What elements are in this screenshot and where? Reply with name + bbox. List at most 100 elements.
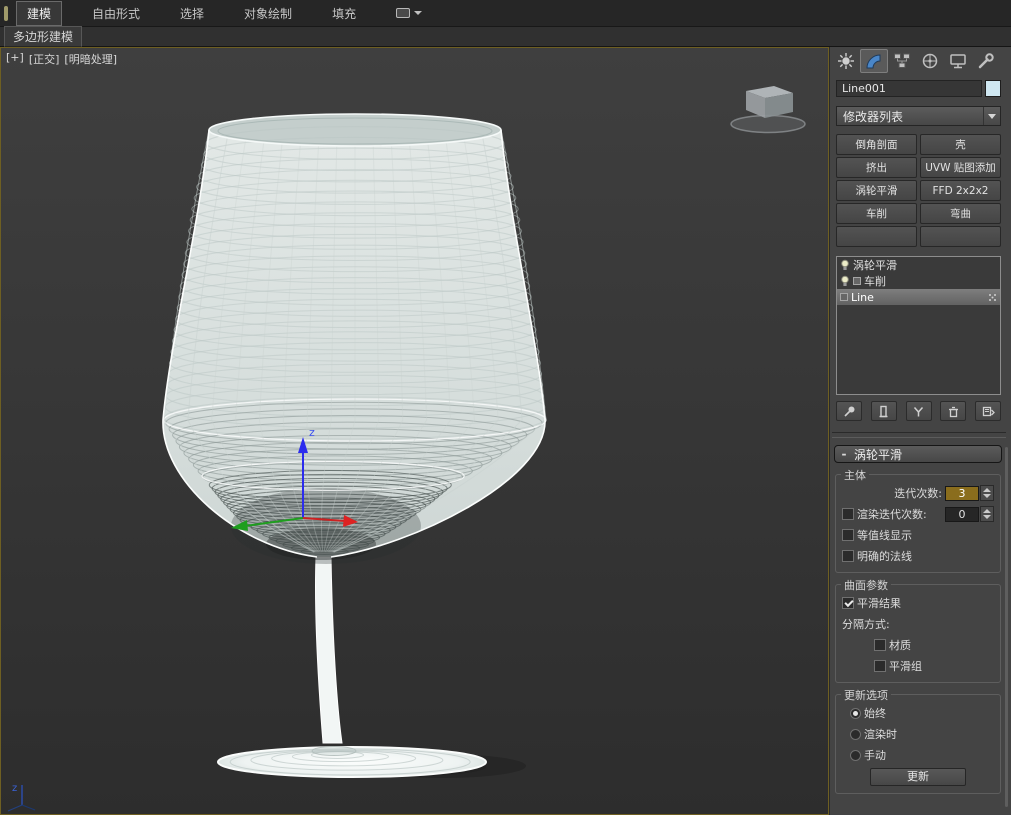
tab-display[interactable]: [944, 49, 972, 73]
isoline-checkbox[interactable]: [842, 529, 854, 541]
iterations-field[interactable]: 3: [945, 485, 979, 501]
always-radio[interactable]: [850, 707, 861, 719]
display-icon: [950, 54, 966, 69]
ribbon-tab-freeform[interactable]: 自由形式: [82, 2, 150, 25]
when-rendering-row: 渲染时: [850, 726, 994, 742]
stack-item-lathe[interactable]: 车削: [837, 273, 1000, 289]
object-name-field[interactable]: Line001: [836, 80, 982, 97]
modifier-stack[interactable]: 涡轮平滑 车削 Line: [836, 256, 1001, 395]
update-button[interactable]: 更新: [870, 768, 966, 786]
panel-divider: [832, 432, 1006, 438]
spinner-up-icon[interactable]: [983, 488, 991, 492]
ribbon-tab-modeling[interactable]: 建模: [16, 0, 63, 26]
configure-modifier-sets-button[interactable]: [975, 401, 1001, 421]
modifier-button-grid: 倒角剖面 壳 挤出 UVW 贴图添加 涡轮平滑 FFD 2x2x2 车削 弯曲: [836, 134, 1001, 247]
make-unique-icon: [913, 406, 924, 416]
panel-scrollbar[interactable]: [1005, 447, 1008, 807]
main-group: 主体 迭代次数: 3 渲染迭代次数: 0 等值线显示 明确的法线: [835, 467, 1001, 573]
smoothing-groups-label: 平滑组: [889, 660, 922, 673]
view-cube[interactable]: [730, 86, 806, 134]
render-iterations-checkbox[interactable]: [842, 508, 854, 520]
tab-hierarchy[interactable]: [888, 49, 916, 73]
turbosmooth-rollout: - 涡轮平滑 主体 迭代次数: 3 渲染迭代次数: 0 等值线显示 明确的法线 …: [832, 445, 1004, 794]
ribbon-media-button[interactable]: [396, 8, 423, 18]
chevron-down-icon: [988, 113, 996, 119]
manually-radio[interactable]: [850, 749, 861, 761]
modifier-button-bevel-profile[interactable]: 倒角剖面: [836, 134, 917, 155]
iterations-label: 迭代次数:: [894, 487, 942, 500]
wine-glass-model[interactable]: [162, 113, 547, 778]
modifier-button-empty-1[interactable]: [836, 226, 917, 247]
ribbon-tab-object-paint[interactable]: 对象绘制: [234, 2, 302, 25]
configure-icon: [982, 406, 995, 416]
render-iterations-field[interactable]: 0: [945, 506, 979, 522]
spinner-down-icon[interactable]: [983, 494, 991, 498]
spinner-up-icon[interactable]: [983, 509, 991, 513]
when-rendering-radio[interactable]: [850, 728, 861, 740]
stack-item-label: Line: [851, 290, 874, 304]
ribbon-tab-selection[interactable]: 选择: [170, 2, 214, 25]
render-iterations-spinner[interactable]: [980, 506, 994, 522]
modifier-button-bend[interactable]: 弯曲: [920, 203, 1001, 224]
when-rendering-label: 渲染时: [864, 728, 897, 741]
isoline-label: 等值线显示: [857, 529, 912, 542]
tab-utilities[interactable]: [972, 49, 1000, 73]
group-title-update: 更新选项: [841, 687, 891, 703]
smooth-result-checkbox[interactable]: [842, 597, 854, 609]
collapse-icon: -: [841, 447, 847, 461]
object-color-swatch[interactable]: [985, 80, 1001, 97]
explicit-normals-checkbox[interactable]: [842, 550, 854, 562]
modifier-button-uvw-map[interactable]: UVW 贴图添加: [920, 157, 1001, 178]
trash-icon: [948, 406, 958, 417]
world-z-label: z: [12, 783, 17, 794]
tab-create[interactable]: [832, 49, 860, 73]
manually-label: 手动: [864, 749, 886, 762]
viewport-menu-pov[interactable]: [正交]: [29, 51, 60, 67]
materials-checkbox[interactable]: [874, 639, 886, 651]
render-iterations-label: 渲染迭代次数:: [857, 508, 927, 521]
dropdown-arrow-button[interactable]: [983, 107, 1000, 125]
viewport[interactable]: [+] [正交] [明暗处理] z z: [0, 47, 829, 815]
stack-item-turbosmooth[interactable]: 涡轮平滑: [837, 257, 1000, 273]
stack-toolbar: [836, 400, 1001, 422]
modifier-button-shell[interactable]: 壳: [920, 134, 1001, 155]
modifier-button-extrude[interactable]: 挤出: [836, 157, 917, 178]
iterations-spinner[interactable]: [980, 485, 994, 501]
3dsmax-window: 建模 自由形式 选择 对象绘制 填充 多边形建模 [+] [正交] [明暗处理]: [0, 0, 1011, 815]
spinner-down-icon[interactable]: [983, 515, 991, 519]
make-unique-button[interactable]: [905, 401, 932, 421]
tab-motion[interactable]: [916, 49, 944, 73]
pin-stack-button[interactable]: [836, 401, 862, 421]
stack-item-label: 涡轮平滑: [853, 259, 897, 272]
viewport-menu-general[interactable]: [+]: [6, 51, 24, 67]
viewport-canvas: z z: [7, 86, 806, 812]
panel-tab-polygon-modeling[interactable]: 多边形建模: [4, 26, 83, 47]
explicit-normals-label: 明确的法线: [857, 550, 912, 563]
show-end-result-button[interactable]: [870, 401, 897, 421]
gizmo-z-label: z: [309, 426, 315, 439]
grip-dots-icon: [989, 293, 996, 301]
always-row: 始终: [850, 705, 994, 721]
modifier-list-label: 修改器列表: [843, 109, 904, 124]
remove-modifier-button[interactable]: [940, 401, 967, 421]
separate-by-label: 分隔方式:: [842, 618, 890, 631]
rollout-header[interactable]: - 涡轮平滑: [834, 445, 1002, 463]
modifier-list-dropdown[interactable]: 修改器列表: [836, 106, 1001, 126]
modifier-button-empty-2[interactable]: [920, 226, 1001, 247]
tab-modify[interactable]: [860, 49, 888, 73]
viewport-menu-shading[interactable]: [明暗处理]: [64, 51, 117, 67]
bulb-icon[interactable]: [840, 275, 850, 288]
stack-item-line[interactable]: Line: [837, 289, 1000, 305]
modifier-button-ffd-2x2x2[interactable]: FFD 2x2x2: [920, 180, 1001, 201]
group-title-surface: 曲面参数: [841, 577, 891, 593]
ribbon-tab-populate[interactable]: 填充: [322, 2, 366, 25]
world-axis-tripod: z: [7, 783, 36, 812]
bulb-icon[interactable]: [840, 259, 850, 272]
ribbon-handle-icon[interactable]: [4, 5, 8, 21]
pin-icon: [843, 406, 854, 417]
modifier-button-turbosmooth[interactable]: 涡轮平滑: [836, 180, 917, 201]
modifier-button-lathe[interactable]: 车削: [836, 203, 917, 224]
update-group: 更新选项 始终 渲染时 手动 更新: [835, 687, 1001, 794]
smoothing-groups-checkbox[interactable]: [874, 660, 886, 672]
always-label: 始终: [864, 707, 886, 720]
